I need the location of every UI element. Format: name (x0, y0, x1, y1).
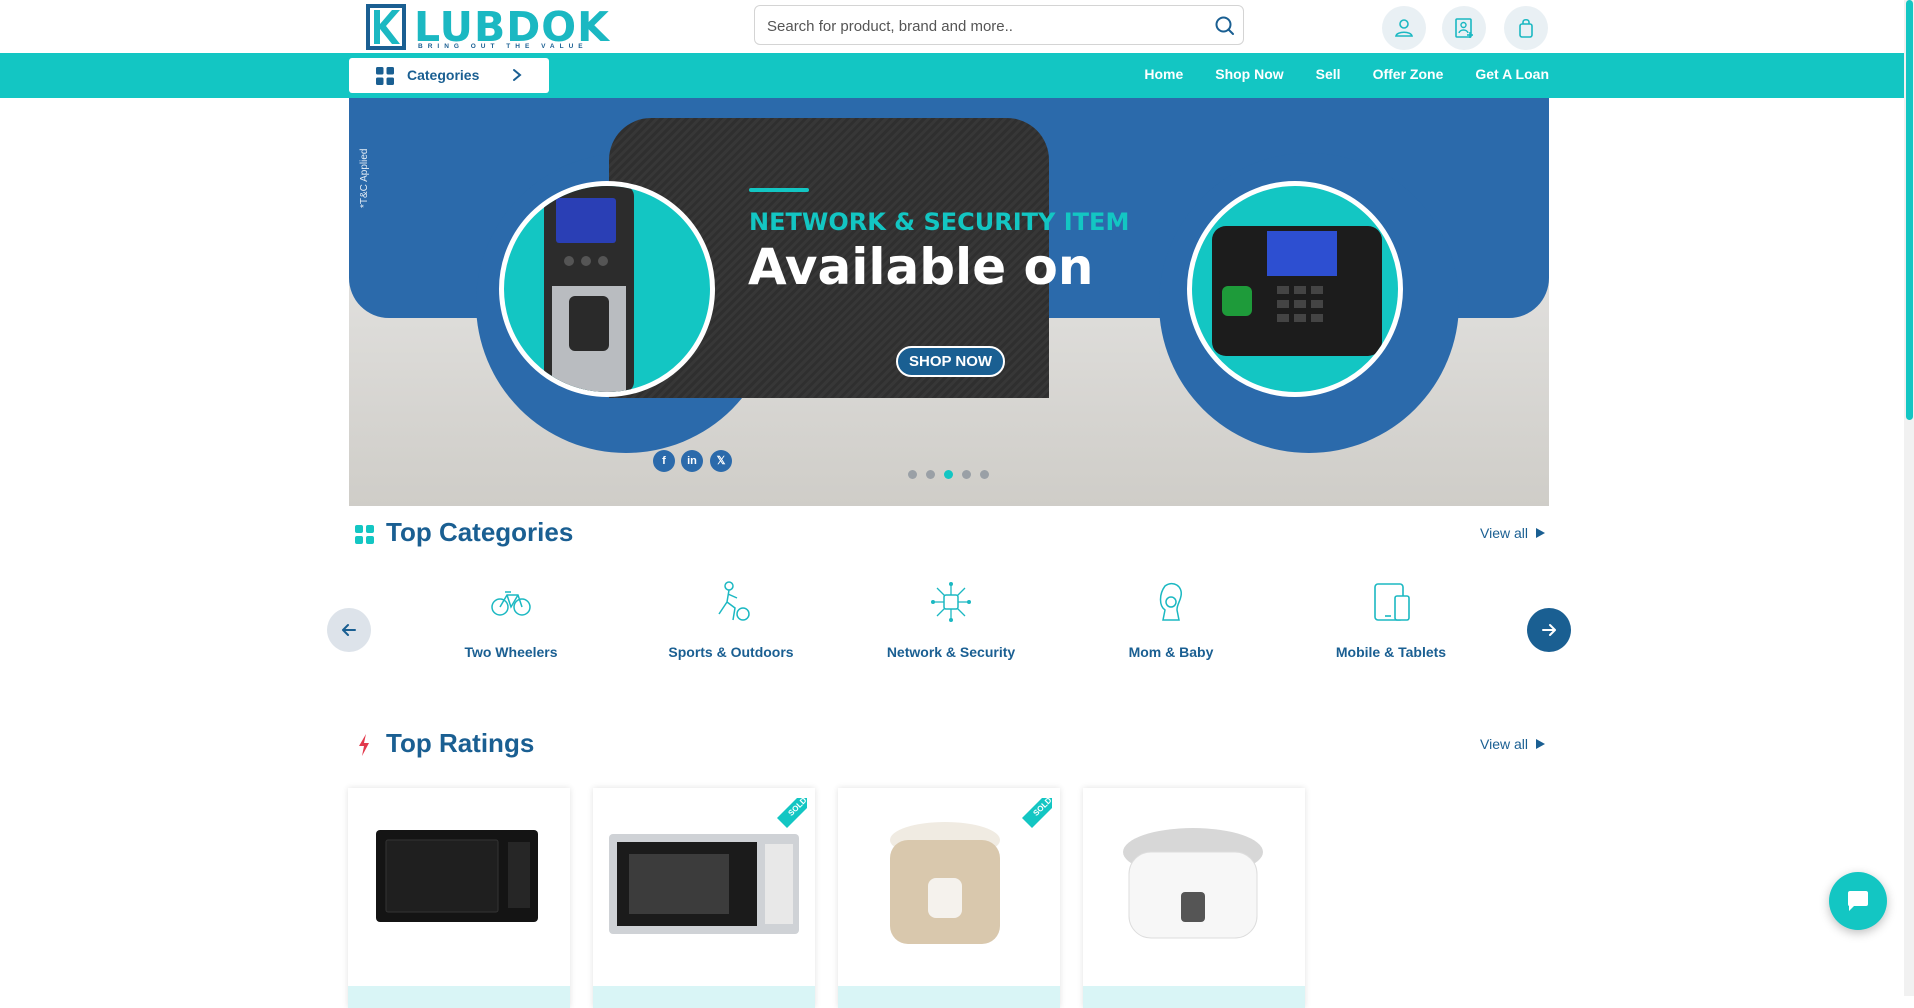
bicycle-icon (491, 591, 531, 616)
nav-shop-now[interactable]: Shop Now (1215, 66, 1283, 82)
arrow-left-icon (342, 624, 356, 636)
fingerprint-device-icon (544, 186, 634, 392)
product-card-footer (348, 986, 570, 1008)
user-icon (1395, 19, 1413, 37)
product-card-footer (838, 986, 1060, 1008)
slider-dot-4[interactable] (962, 470, 971, 479)
mom-baby-icon (1159, 582, 1182, 621)
brand-tagline: BRING OUT THE VALUE (418, 43, 588, 50)
hero-banner[interactable]: *T&C Applied NETWORK & SECURITY ITEM Ava… (349, 98, 1549, 506)
main-navbar: Categories Home Shop Now Sell Offer Zone… (0, 53, 1904, 98)
account-button[interactable] (1382, 6, 1426, 50)
product-image-right (1187, 181, 1403, 397)
slider-dot-1[interactable] (908, 470, 917, 479)
slider-dot-5[interactable] (980, 470, 989, 479)
microwave-oven-image (376, 830, 538, 922)
nav-home[interactable]: Home (1144, 66, 1183, 82)
hero-title: Available on (748, 238, 1094, 296)
arrow-right-icon (1542, 624, 1556, 636)
search-input[interactable] (765, 6, 1199, 46)
network-icon (931, 582, 971, 622)
grid-icon (376, 67, 394, 85)
rice-cooker-gold-image (890, 822, 1000, 944)
view-all-label: View all (1480, 736, 1528, 752)
product-card[interactable]: SOLD (838, 788, 1060, 1008)
search-bar (754, 5, 1244, 46)
brand-logo[interactable]: LUBDOK BRING OUT THE VALUE (366, 4, 609, 52)
nav-sell[interactable]: Sell (1316, 66, 1341, 82)
sports-icon (718, 581, 750, 621)
logo-mark-icon (366, 4, 406, 50)
product-image-left (499, 181, 715, 397)
slider-dot-2[interactable] (926, 470, 935, 479)
top-categories-view-all[interactable]: View all (1480, 525, 1545, 541)
chat-button[interactable] (1829, 872, 1887, 930)
top-categories-title: Top Categories (386, 517, 574, 547)
chevron-right-icon (513, 69, 522, 81)
caret-right-icon (1536, 739, 1545, 749)
categories-button[interactable]: Categories (349, 58, 549, 93)
top-ratings-view-all[interactable]: View all (1480, 736, 1545, 752)
slider-dot-3[interactable] (944, 470, 953, 479)
product-card[interactable]: SOLD (593, 788, 815, 1008)
category-label: Mobile & Tablets (1335, 644, 1447, 660)
product-card[interactable] (1083, 788, 1305, 1008)
caret-right-icon (1536, 528, 1545, 538)
terms-note: *T&C Applied (359, 148, 370, 208)
sold-badge-icon: SOLD (1022, 796, 1054, 828)
hero-subtitle: NETWORK & SECURITY ITEM (749, 208, 1130, 236)
hero-accent-line (749, 188, 809, 192)
cart-button[interactable] (1504, 6, 1548, 50)
top-ratings-title: Top Ratings (386, 728, 535, 758)
product-card[interactable] (348, 788, 570, 1008)
category-label: Network & Security (886, 644, 1016, 660)
rice-cooker-white-image (1123, 828, 1263, 939)
top-header: LUBDOK BRING OUT THE VALUE (0, 0, 1904, 53)
nav-offer-zone[interactable]: Offer Zone (1373, 66, 1444, 82)
categories-next-button[interactable] (1527, 608, 1571, 652)
chat-icon (1848, 891, 1868, 911)
linkedin-icon[interactable]: in (681, 450, 703, 472)
panasonic-microwave-image (609, 834, 799, 934)
shopping-bag-icon (1519, 18, 1533, 38)
slider-dots (908, 470, 989, 479)
register-button[interactable] (1442, 6, 1486, 50)
nav-get-a-loan[interactable]: Get A Loan (1475, 66, 1549, 82)
search-icon[interactable] (1213, 14, 1237, 38)
shop-now-button[interactable]: SHOP NOW (896, 346, 1006, 377)
mobile-tablet-icon (1374, 583, 1410, 621)
view-all-label: View all (1480, 525, 1528, 541)
category-label: Sports & Outdoors (668, 644, 794, 660)
category-label: Mom & Baby (1128, 644, 1214, 660)
add-user-icon (1455, 18, 1473, 38)
category-label: Two Wheelers (464, 644, 558, 660)
categories-prev-button[interactable] (327, 608, 371, 652)
sold-badge-icon: SOLD (777, 796, 809, 828)
lightning-icon (359, 734, 369, 756)
product-card-footer (1083, 986, 1305, 1008)
product-card-footer (593, 986, 815, 1008)
facebook-icon[interactable]: f (653, 450, 675, 472)
scrollbar-thumb[interactable] (1906, 0, 1913, 420)
categories-grid-icon (355, 525, 374, 544)
attendance-device-icon (1212, 226, 1382, 356)
nav-menu: Home Shop Now Sell Offer Zone Get A Loan (1144, 66, 1549, 82)
x-icon[interactable]: 𝕏 (710, 450, 732, 472)
categories-label: Categories (407, 67, 480, 83)
